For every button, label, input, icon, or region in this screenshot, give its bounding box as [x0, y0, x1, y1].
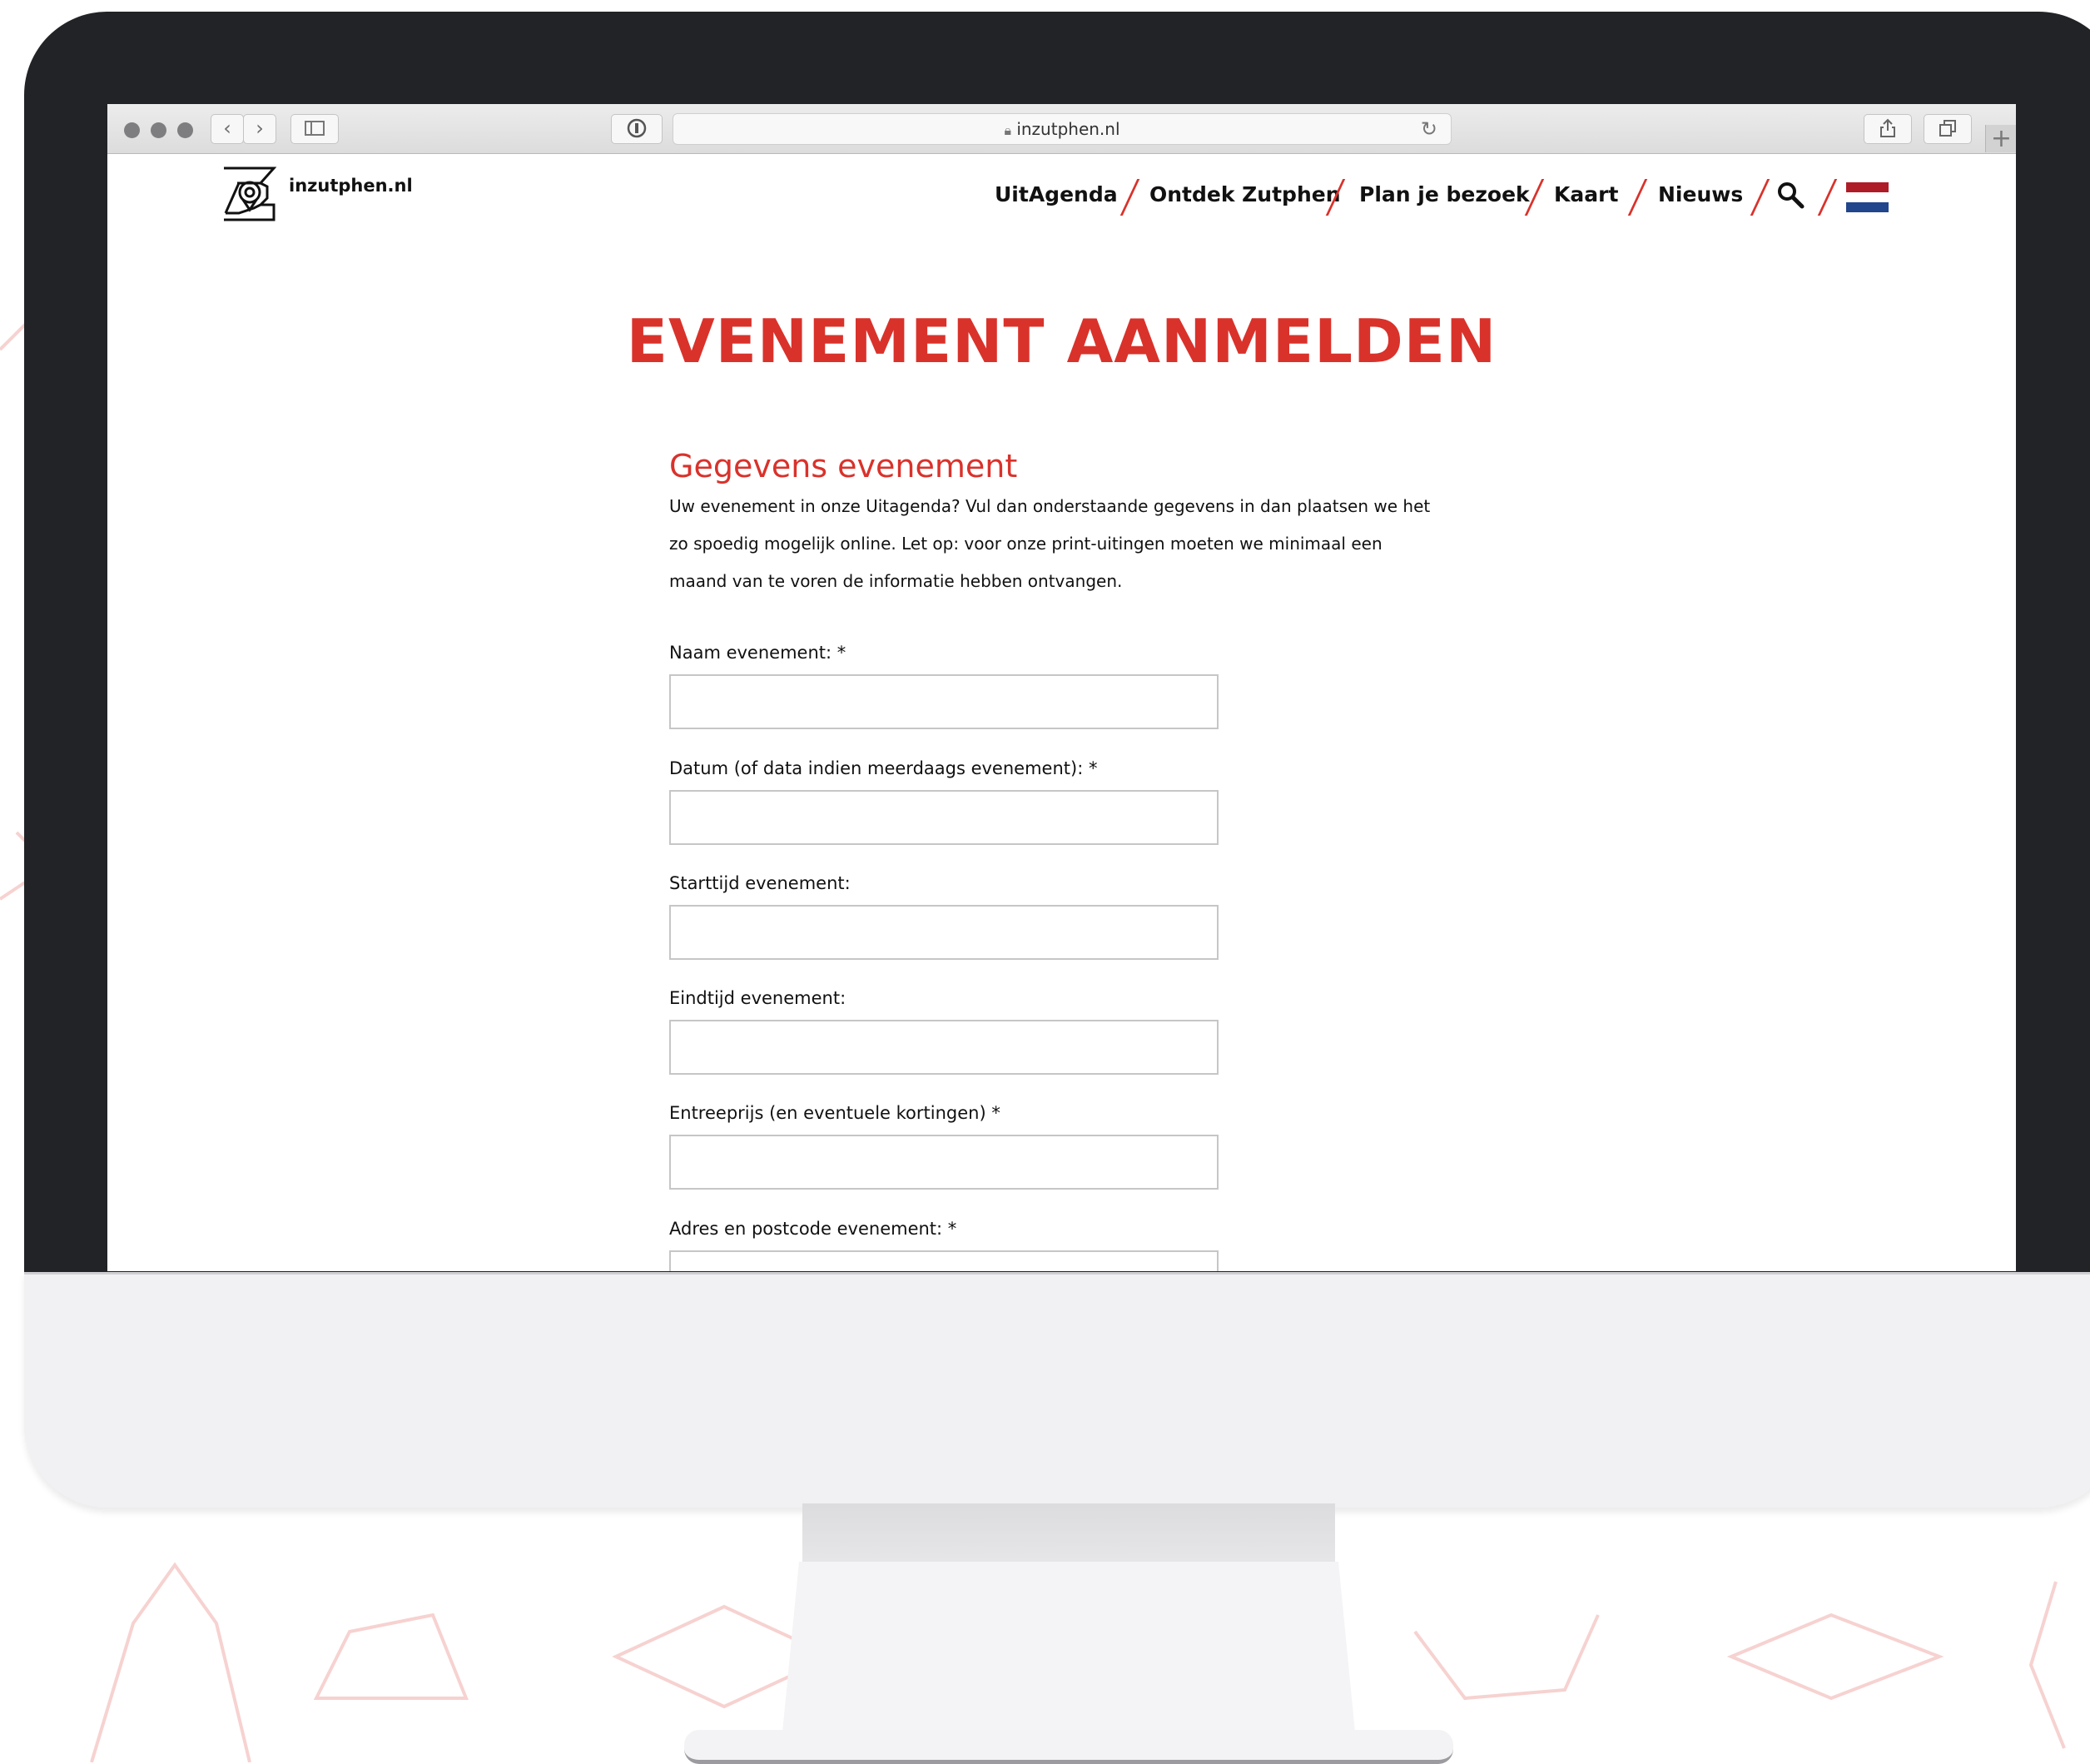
entry-price-input[interactable]	[669, 1135, 1219, 1190]
address-bar[interactable]: 🔒︎ inzutphen.nl ↻	[673, 113, 1452, 145]
intro-line: zo spoedig mogelijk online. Let op: voor…	[669, 534, 1383, 554]
nav-separator	[1119, 179, 1140, 216]
page-title: EVENEMENT AANMELDEN	[626, 306, 1497, 376]
tabs-icon	[1939, 120, 1956, 137]
browser-toolbar: ‹ › 🔒︎ inzutphen.nl ↻ +	[107, 104, 2016, 154]
nav-item-kaart[interactable]: Kaart	[1554, 182, 1618, 206]
start-time-label: Starttijd evenement:	[669, 873, 851, 893]
search-icon[interactable]	[1776, 181, 1805, 209]
intro-line: maand van te voren de informatie hebben …	[669, 571, 1123, 591]
nav-item-plan-je-bezoek[interactable]: Plan je bezoek	[1359, 182, 1530, 206]
new-tab-button[interactable]: +	[1985, 125, 2016, 152]
password-button[interactable]	[611, 114, 663, 144]
share-icon	[1880, 118, 1895, 137]
event-address-label: Adres en postcode evenement: *	[669, 1219, 957, 1239]
section-title: Gegevens evenement	[669, 448, 1018, 484]
nav-separator	[1817, 179, 1838, 216]
url-text: 🔒︎ inzutphen.nl	[673, 114, 1451, 146]
share-button[interactable]	[1864, 114, 1912, 144]
zoom-window-button[interactable]	[177, 122, 193, 138]
screen: ‹ › 🔒︎ inzutphen.nl ↻ + inzutphen.nl Uit…	[107, 104, 2016, 1271]
end-time-input[interactable]	[669, 1020, 1219, 1075]
back-button[interactable]: ‹	[211, 114, 244, 144]
reload-icon[interactable]: ↻	[1421, 114, 1437, 144]
entry-price-label: Entreeprijs (en eventuele kortingen) *	[669, 1103, 1000, 1123]
event-name-input[interactable]	[669, 674, 1219, 729]
key-circle-icon	[627, 118, 647, 138]
end-time-label: Eindtijd evenement:	[669, 988, 846, 1008]
netherlands-flag-icon[interactable]	[1846, 182, 1889, 212]
event-date-input[interactable]	[669, 790, 1219, 845]
sidebar-toggle-button[interactable]	[290, 114, 339, 144]
url-label: inzutphen.nl	[1016, 119, 1120, 139]
nav-item-ontdek-zutphen[interactable]: Ontdek Zutphen	[1149, 182, 1341, 206]
monitor-stand-base	[684, 1730, 1453, 1764]
nav-item-nieuws[interactable]: Nieuws	[1658, 182, 1743, 206]
event-name-label: Naam evenement: *	[669, 643, 846, 663]
sidebar-icon	[305, 121, 325, 136]
forward-button[interactable]: ›	[243, 114, 276, 144]
close-window-button[interactable]	[124, 122, 140, 138]
nav-separator	[1750, 179, 1770, 216]
chevron-right-icon: ›	[256, 117, 264, 140]
monitor-chin	[24, 1272, 2090, 1508]
monitor-stand-neck	[802, 1503, 1335, 1562]
start-time-input[interactable]	[669, 905, 1219, 960]
event-address-input[interactable]	[669, 1250, 1219, 1271]
chevron-left-icon: ‹	[223, 117, 231, 140]
monitor-stand	[782, 1562, 1355, 1732]
minimize-window-button[interactable]	[151, 122, 166, 138]
intro-line: Uw evenement in onze Uitagenda? Vul dan …	[669, 496, 1431, 516]
event-date-label: Datum (of data indien meerdaags evenemen…	[669, 758, 1098, 778]
intro-text: Uw evenement in onze Uitagenda? Vul dan …	[669, 488, 1468, 600]
nav-separator	[1627, 179, 1648, 216]
tabs-overview-button[interactable]	[1924, 114, 1972, 144]
lock-icon: 🔒︎	[1004, 122, 1011, 138]
main-navigation: UitAgenda Ontdek Zutphen Plan je bezoek …	[107, 176, 2016, 226]
nav-item-uitagenda[interactable]: UitAgenda	[995, 182, 1118, 206]
